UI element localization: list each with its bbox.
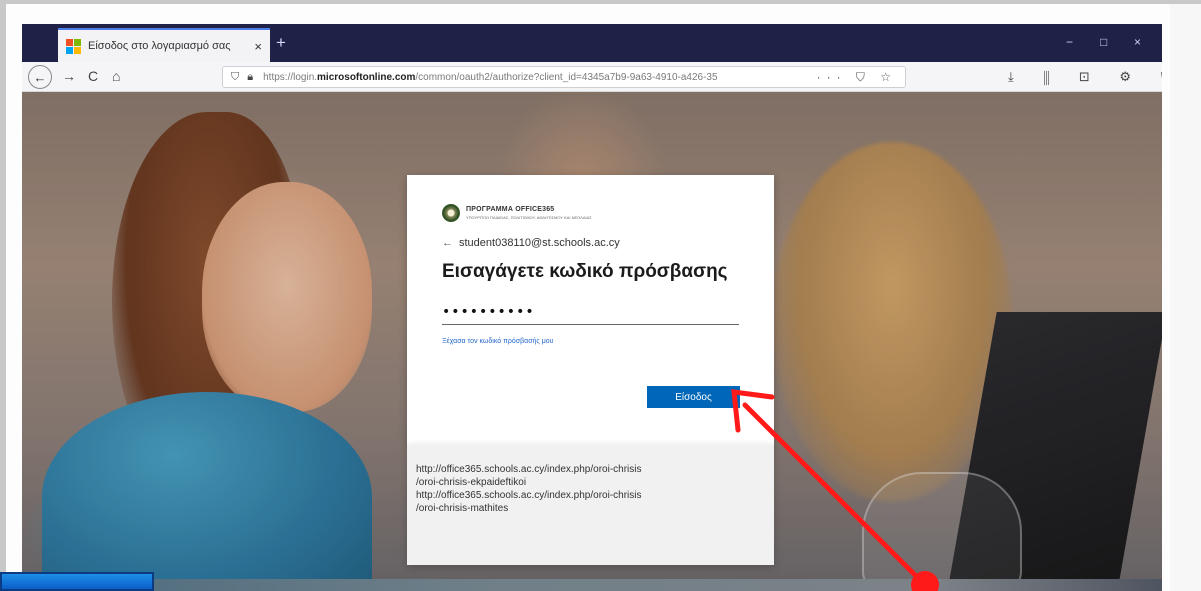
- forgot-password-link[interactable]: Ξέχασα τον κωδικό πρόσβασής μου: [442, 338, 739, 345]
- password-input[interactable]: [442, 299, 739, 325]
- new-tab-button[interactable]: +: [276, 34, 286, 51]
- minimize-button[interactable]: −: [1066, 36, 1073, 48]
- browser-window: Είσοδος στο λογαριασμό σας × + − □ × ← →…: [22, 24, 1162, 591]
- terms-of-use-panel: http://office365.schools.ac.cy/index.php…: [407, 445, 774, 565]
- url-text[interactable]: https://login.microsoftonline.com/common…: [263, 72, 808, 83]
- terms-link[interactable]: http://office365.schools.ac.cy/index.php…: [416, 489, 774, 502]
- login-card: ΠΡΟΓΡΑΜΜΑ OFFICE365 ΥΠΟΥΡΓΕΙΟ ΠΑΙΔΕΙΑΣ, …: [407, 175, 774, 445]
- terms-link[interactable]: /oroi-chrisis-ekpaideftikoi: [416, 476, 774, 489]
- home-button[interactable]: ⌂: [112, 68, 120, 84]
- microsoft-logo-icon: [66, 39, 81, 54]
- sign-in-button[interactable]: Είσοδος: [647, 386, 740, 408]
- back-arrow-icon: ←: [33, 69, 47, 85]
- organization-name: ΠΡΟΓΡΑΜΜΑ OFFICE365: [466, 206, 555, 213]
- coat-of-arms-icon: [442, 204, 460, 222]
- back-arrow-icon: ←: [442, 237, 453, 249]
- terms-link[interactable]: /oroi-chrisis-mathites: [416, 502, 774, 515]
- organization-logo: ΠΡΟΓΡΑΜΜΑ OFFICE365 ΥΠΟΥΡΓΕΙΟ ΠΑΙΔΕΙΑΣ, …: [442, 203, 739, 223]
- lock-icon[interactable]: 🔒︎: [247, 71, 253, 84]
- url-bar[interactable]: ⛉ 🔒︎ https://login.microsoftonline.com/c…: [222, 66, 906, 88]
- close-window-button[interactable]: ×: [1134, 36, 1141, 48]
- navigation-bar: ← → C ⌂ ⛉ 🔒︎ https://login.microsoftonli…: [22, 62, 1162, 92]
- right-margin: [1170, 4, 1201, 591]
- tab-title: Είσοδος στο λογαριασμό σας: [88, 40, 231, 52]
- shield-icon[interactable]: ⛉: [231, 71, 239, 84]
- maximize-button[interactable]: □: [1100, 36, 1107, 48]
- annotation-label-box: [0, 572, 154, 591]
- toolbar-icons[interactable]: ⤓ ⫼ ⊡ ⚙ ⛉ ≡: [1008, 69, 1162, 85]
- terms-link[interactable]: http://office365.schools.ac.cy/index.php…: [416, 463, 774, 476]
- organization-subtitle: ΥΠΟΥΡΓΕΙΟ ΠΑΙΔΕΙΑΣ, ΠΟΛΙΤΙΣΜΟΥ, ΑΘΛΗΤΙΣΜ…: [466, 215, 592, 220]
- tab-bar: Είσοδος στο λογαριασμό σας × + − □ ×: [22, 24, 1162, 62]
- page-title: Εισαγάγετε κωδικό πρόσβασης: [442, 261, 728, 282]
- tab-close-icon[interactable]: ×: [254, 39, 262, 54]
- page-bottom-strip: [22, 579, 1162, 591]
- url-action-icons[interactable]: ··· ⛉ ☆: [817, 70, 897, 85]
- tab-signin[interactable]: Είσοδος στο λογαριασμό σας ×: [58, 28, 270, 62]
- identity-email: student038110@st.schools.ac.cy: [459, 237, 620, 249]
- back-button[interactable]: ←: [28, 65, 52, 89]
- page-content: ΠΡΟΓΡΑΜΜΑ OFFICE365 ΥΠΟΥΡΓΕΙΟ ΠΑΙΔΕΙΑΣ, …: [22, 92, 1162, 591]
- identity-back-link[interactable]: ← student038110@st.schools.ac.cy: [442, 237, 739, 249]
- forward-button[interactable]: →: [62, 68, 76, 84]
- reload-button[interactable]: C: [88, 68, 98, 84]
